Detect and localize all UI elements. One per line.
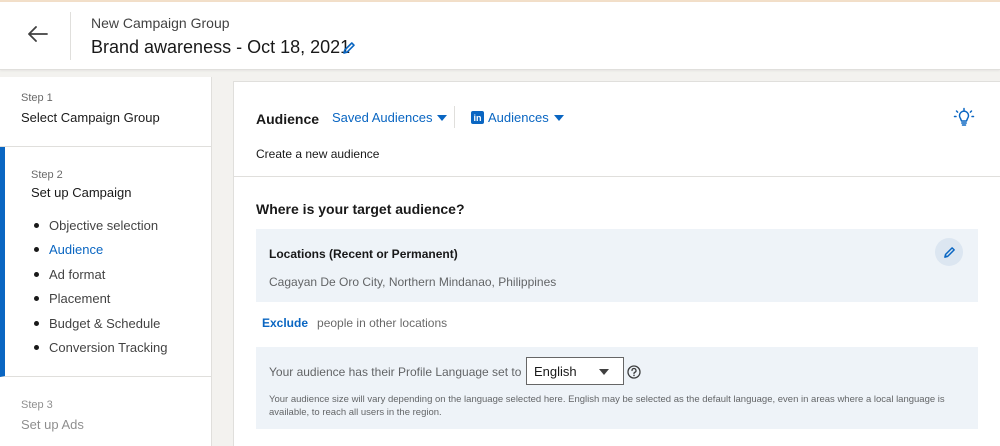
linkedin-audiences-dropdown[interactable]: in Audiences xyxy=(471,110,564,125)
substep-label: Audience xyxy=(49,242,104,258)
step-3[interactable]: Step 3 Set up Ads xyxy=(0,377,212,446)
language-help-button[interactable] xyxy=(627,365,641,379)
arrow-left-icon xyxy=(28,26,48,42)
language-selected-value: English xyxy=(534,363,577,379)
back-button[interactable] xyxy=(20,16,56,52)
language-card: Your audience has their Profile Language… xyxy=(256,347,978,429)
substep-budget-schedule[interactable]: Budget & Schedule xyxy=(31,311,212,336)
bullet-dot xyxy=(34,247,39,253)
edit-locations-button[interactable] xyxy=(935,238,963,266)
bullet-dot xyxy=(34,320,39,326)
substep-label: Budget & Schedule xyxy=(49,315,161,331)
substep-objective-selection[interactable]: Objective selection xyxy=(31,213,212,238)
substep-audience[interactable]: Audience xyxy=(31,238,212,263)
audience-label: Audience xyxy=(256,111,320,127)
substep-conversion-tracking[interactable]: Conversion Tracking xyxy=(31,336,212,361)
caret-down-icon xyxy=(437,114,448,121)
step-2[interactable]: Step 2 Set up Campaign Objective selecti… xyxy=(0,147,212,377)
exclude-link[interactable]: Exclude xyxy=(262,316,308,330)
bullet-dot xyxy=(34,345,39,351)
language-select[interactable]: English xyxy=(526,357,624,385)
exclude-description: people in other locations xyxy=(317,316,448,330)
page-title: Brand awareness - Oct 18, 2021 xyxy=(91,37,351,57)
create-audience-text: Create a new audience xyxy=(256,147,380,161)
substep-list: Objective selection Audience Ad format P… xyxy=(31,213,212,360)
pencil-icon xyxy=(943,246,955,258)
step-number: Step 1 xyxy=(21,92,53,104)
question-circle-icon xyxy=(627,365,641,379)
step-title: Set up Ads xyxy=(21,417,84,432)
step-number: Step 2 xyxy=(31,169,63,181)
bullet-dot xyxy=(34,222,39,228)
dropdown-label: Audiences xyxy=(488,110,549,125)
language-note: Your audience size will vary depending o… xyxy=(269,394,945,418)
dropdown-label: Saved Audiences xyxy=(332,110,433,125)
audience-header: Audience Saved Audiences in Audiences Cr… xyxy=(234,82,1000,177)
substep-label: Objective selection xyxy=(49,217,159,233)
substep-label: Conversion Tracking xyxy=(49,340,168,356)
audience-panel: Audience Saved Audiences in Audiences Cr… xyxy=(233,81,1000,446)
step-number: Step 3 xyxy=(21,399,53,411)
lightbulb-icon xyxy=(953,107,975,126)
caret-down-icon xyxy=(553,114,564,121)
campaign-group-label: New Campaign Group xyxy=(91,15,230,31)
bullet-dot xyxy=(34,296,39,302)
edit-title-button[interactable] xyxy=(342,41,360,59)
locations-title: Locations (Recent or Permanent) xyxy=(269,247,458,261)
step-title: Set up Campaign xyxy=(31,185,132,200)
pencil-icon xyxy=(343,42,355,54)
substep-label: Ad format xyxy=(49,266,106,282)
linkedin-logo-icon: in xyxy=(471,111,484,124)
target-audience-heading: Where is your target audience? xyxy=(256,201,465,217)
locations-card: Locations (Recent or Permanent) Cagayan … xyxy=(256,229,978,302)
substep-ad-format[interactable]: Ad format xyxy=(31,262,212,287)
header-divider xyxy=(70,12,71,60)
exclude-row: Exclude people in other locations xyxy=(262,316,447,330)
dropdown-divider xyxy=(454,106,455,128)
substep-placement[interactable]: Placement xyxy=(31,287,212,312)
saved-audiences-dropdown[interactable]: Saved Audiences xyxy=(332,110,448,125)
locations-value: Cagayan De Oro City, Northern Mindanao, … xyxy=(269,275,557,289)
language-label: Your audience has their Profile Language… xyxy=(269,365,522,379)
steps-sidebar: Step 1 Select Campaign Group Step 2 Set … xyxy=(0,77,212,446)
step-title: Select Campaign Group xyxy=(21,110,160,125)
step-1[interactable]: Step 1 Select Campaign Group xyxy=(0,77,212,147)
caret-down-icon xyxy=(599,369,609,375)
page-header: New Campaign Group Brand awareness - Oct… xyxy=(0,2,1000,70)
substep-label: Placement xyxy=(49,291,111,307)
bullet-dot xyxy=(34,271,39,277)
tips-button[interactable] xyxy=(951,105,977,131)
